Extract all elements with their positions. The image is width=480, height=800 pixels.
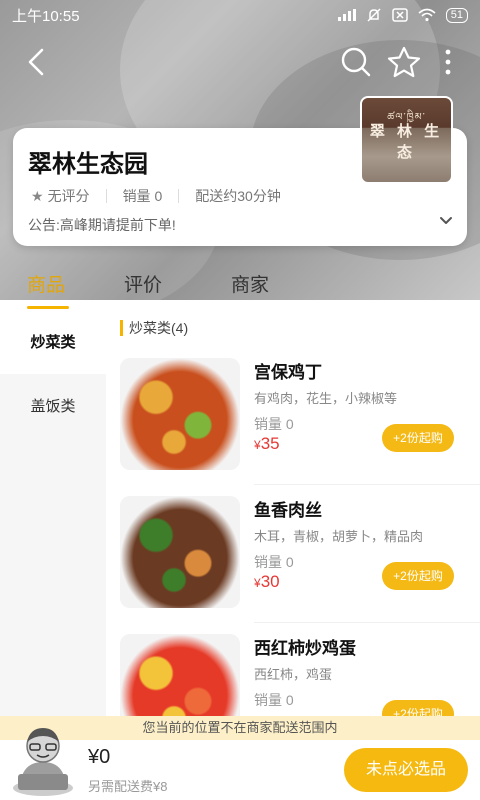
category-sidebar: 炒菜类 盖饭类 (0, 312, 106, 732)
active-tab-indicator (27, 306, 69, 309)
dish-description: 木耳，青椒，胡萝卜，精品肉 (254, 529, 424, 544)
store-logo-text: 翠 林 生 态 (369, 123, 444, 161)
dish-item[interactable]: 宫保鸡丁 有鸡肉，花生，小辣椒等 销量 0 ¥35 +2份起购 (106, 358, 480, 494)
dish-price: ¥35 (254, 434, 280, 454)
store-name: 翠林生态园 (28, 151, 148, 178)
dish-description: 西红柿，鸡蛋 (254, 667, 333, 682)
signal-icon (337, 9, 356, 21)
divider (254, 484, 480, 485)
store-stats: ★ 无评分 销量 0 配送约30分钟 (31, 186, 281, 206)
checkout-button[interactable]: 未点必选品 (344, 748, 468, 792)
add-dish-button[interactable]: +2份起购 (382, 424, 454, 452)
divider (254, 622, 480, 623)
dish-image (120, 496, 240, 608)
price-value: 35 (260, 434, 280, 453)
dish-list: 炒菜类(4) 宫保鸡丁 有鸡肉，花生，小辣椒等 销量 0 ¥35 +2份起购 鱼… (106, 312, 480, 716)
tab-merchant[interactable]: 商家 (231, 270, 269, 297)
delivery-fee: 另需配送费¥8 (88, 779, 168, 794)
top-nav (0, 40, 480, 84)
add-dish-button[interactable]: +2份起购 (382, 700, 454, 716)
cart-bar: ¥0 另需配送费¥8 未点必选品 (0, 728, 480, 800)
divider (178, 189, 180, 203)
store-tabs: 商品 评价 商家 (0, 270, 480, 310)
dish-name: 宫保鸡丁 (254, 363, 322, 382)
store-logo-image: ཚལ་ཁྱིམ་ 翠 林 生 态 (360, 96, 453, 184)
dish-item[interactable]: 鱼香肉丝 木耳，青椒，胡萝卜，精品肉 销量 0 ¥30 +2份起购 (106, 496, 480, 632)
store-rating: 无评分 (47, 188, 90, 204)
add-dish-button[interactable]: +2份起购 (382, 562, 454, 590)
dish-name: 鱼香肉丝 (254, 501, 322, 520)
chevron-down-icon[interactable] (437, 212, 455, 230)
rating-star-icon: ★ (31, 187, 44, 204)
dish-image (120, 634, 240, 716)
category-rice-bowl[interactable]: 盖饭类 (0, 376, 106, 438)
tab-products[interactable]: 商品 (27, 270, 65, 297)
cart-total: ¥0 (88, 746, 111, 768)
wifi-icon (418, 8, 436, 22)
store-sales: 销量 0 (122, 188, 163, 204)
mute-icon (367, 8, 381, 22)
dish-image (120, 358, 240, 470)
tab-reviews[interactable]: 评价 (124, 270, 162, 297)
back-arrow-icon[interactable] (20, 44, 56, 80)
dish-description: 有鸡肉，花生，小辣椒等 (254, 391, 398, 406)
currency-symbol: ¥ (254, 438, 261, 452)
dish-sales: 销量 0 (254, 692, 294, 708)
price-value: 30 (260, 572, 280, 591)
dish-item[interactable]: 西红柿炒鸡蛋 西红柿，鸡蛋 销量 0 +2份起购 (106, 634, 480, 716)
status-icons: 51 (337, 7, 468, 23)
sim-icon (392, 8, 408, 22)
divider (105, 189, 107, 203)
category-stir-fry[interactable]: 炒菜类 (0, 312, 106, 374)
search-icon[interactable] (338, 44, 374, 80)
battery-icon: 51 (445, 7, 468, 23)
status-time: 上午10:55 (12, 7, 80, 25)
cart-avatar-icon[interactable] (10, 718, 76, 796)
store-delivery-time: 配送约30分钟 (195, 188, 281, 204)
dish-sales: 销量 0 (254, 554, 294, 570)
dish-price: ¥30 (254, 572, 280, 592)
status-bar: 上午10:55 51 (0, 0, 480, 30)
favorite-star-icon[interactable] (386, 44, 422, 80)
dish-name: 西红柿炒鸡蛋 (254, 639, 356, 658)
store-notice: 公告:高峰期请提前下单! (28, 217, 176, 233)
currency-symbol: ¥ (254, 576, 261, 590)
more-menu-icon[interactable] (436, 44, 460, 80)
category-header: 炒菜类(4) (120, 320, 188, 336)
dish-sales: 销量 0 (254, 416, 294, 432)
